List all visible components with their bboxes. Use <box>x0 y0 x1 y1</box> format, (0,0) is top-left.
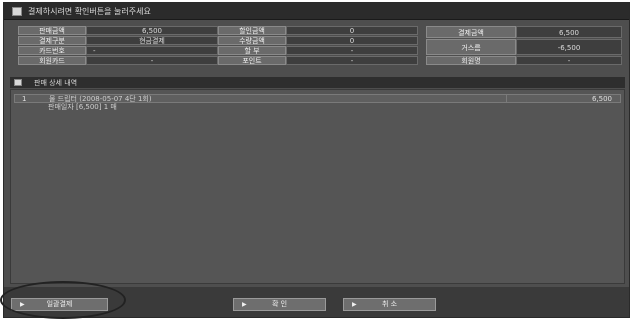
member-name-label: 회원명 <box>426 56 516 65</box>
item-description: 물 드립터 (2008-05-07 4단 1회) <box>49 95 152 103</box>
payment-dialog: 결제하시려면 확인버튼을 눌러주세요 판매금액 6,500 할인금액 0 결제구… <box>3 2 630 318</box>
member-card-label: 회원카드 <box>18 56 86 65</box>
discount-amount-label: 할인금액 <box>218 26 286 35</box>
dialog-titlebar: 결제하시려면 확인버튼을 눌러주세요 <box>4 3 629 20</box>
total-payment-label: 결제금액 <box>426 26 516 38</box>
row-number: 1 <box>22 95 27 103</box>
installment-label: 할 부 <box>218 46 286 55</box>
quantity-amount-label: 수량금액 <box>218 36 286 45</box>
total-payment-value: 6,500 <box>516 26 622 38</box>
highlight-circle-annotation <box>0 281 126 319</box>
payment-summary-grid: 판매금액 6,500 할인금액 0 결제구분 현금결제 수량금액 0 카드번호 … <box>18 26 622 68</box>
card-number-value: - <box>86 46 218 55</box>
sale-amount-label: 판매금액 <box>18 26 86 35</box>
points-value: - <box>286 56 418 65</box>
member-name-value: - <box>516 56 622 65</box>
section-square-icon <box>14 79 22 86</box>
title-square-icon <box>12 7 22 16</box>
detail-section-header: 판매 상세 내역 <box>10 77 625 88</box>
member-card-value: - <box>86 56 218 65</box>
item-subdescription: 판매일자 [6,500] 1 매 <box>48 103 117 111</box>
item-amount: 6,500 <box>591 95 612 103</box>
list-item[interactable]: 1 물 드립터 (2008-05-07 4단 1회) 6,500 <box>14 94 621 103</box>
quantity-amount-value: 0 <box>286 36 418 45</box>
card-number-label: 카드번호 <box>18 46 86 55</box>
sale-amount-value: 6,500 <box>86 26 218 35</box>
sales-detail-list[interactable]: 1 물 드립터 (2008-05-07 4단 1회) 6,500 판매일자 [6… <box>10 89 625 284</box>
installment-value: - <box>286 46 418 55</box>
confirm-button[interactable]: ▶ 확 인 <box>233 298 326 311</box>
cancel-button[interactable]: ▶ 취 소 <box>343 298 436 311</box>
column-divider <box>506 95 507 102</box>
detail-section-title: 판매 상세 내역 <box>34 79 78 87</box>
list-item-subline: 판매일자 [6,500] 1 매 <box>14 103 621 112</box>
change-label: 거스름 <box>426 39 516 55</box>
payment-type-label: 결제구분 <box>18 36 86 45</box>
points-label: 포인트 <box>218 56 286 65</box>
change-value: -6,500 <box>516 39 622 55</box>
payment-type-value: 현금결제 <box>86 36 218 45</box>
dialog-title: 결제하시려면 확인버튼을 눌러주세요 <box>28 7 151 16</box>
discount-amount-value: 0 <box>286 26 418 35</box>
